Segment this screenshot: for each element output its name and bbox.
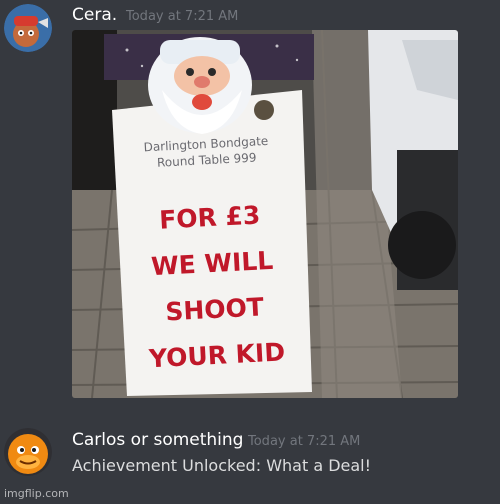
message-1: Cera. Today at 7:21 AM Darlington Bondga… xyxy=(0,0,500,400)
message-2-text: Achievement Unlocked: What a Deal! xyxy=(72,456,372,475)
sign-headline-1: FOR £3 xyxy=(158,200,261,235)
sign-headline-4: YOUR KID xyxy=(148,337,286,374)
message-1-username[interactable]: Cera. xyxy=(72,5,117,25)
attachment-image[interactable]: Darlington Bondgate Round Table 999 FOR … xyxy=(72,30,458,398)
message-1-timestamp: Today at 7:21 AM xyxy=(126,9,239,24)
sign-headline-2: WE WILL xyxy=(150,245,274,282)
chat-container: Cera. Today at 7:21 AM Darlington Bondga… xyxy=(0,0,500,504)
user-avatar-icon[interactable] xyxy=(4,4,52,52)
sign-text-block: Darlington Bondgate Round Table 999 FOR … xyxy=(110,120,314,398)
imgflip-watermark: imgflip.com xyxy=(4,487,69,500)
sign-headline-3: SHOOT xyxy=(164,292,265,327)
orange-character-avatar-icon[interactable] xyxy=(4,428,52,476)
message-2-timestamp: Today at 7:21 AM xyxy=(248,434,361,449)
message-2-username[interactable]: Carlos or something xyxy=(72,430,243,450)
message-2: Carlos or something Today at 7:21 AM Ach… xyxy=(0,420,500,504)
